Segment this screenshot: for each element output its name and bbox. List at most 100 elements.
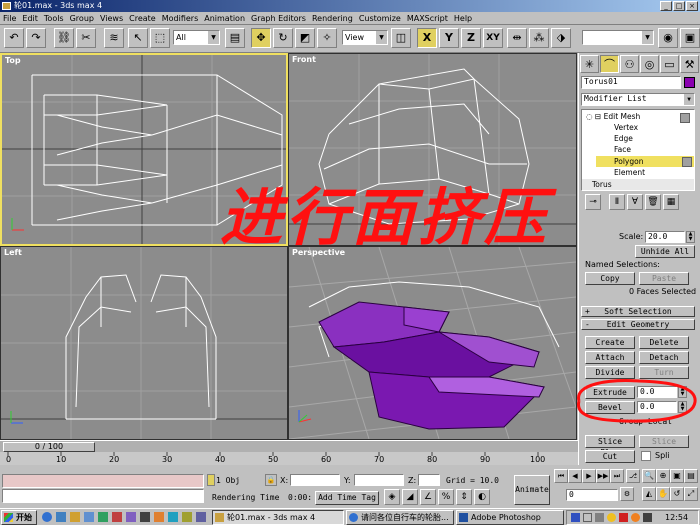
zoom-extents-icon[interactable]: ▣ <box>670 469 684 483</box>
viewport-label-top[interactable]: Top <box>5 56 21 65</box>
menu-file[interactable]: File <box>0 12 19 25</box>
mirror-icon[interactable]: ⇹ <box>507 28 527 48</box>
menu-tools[interactable]: Tools <box>41 12 67 25</box>
tray-icon[interactable] <box>607 513 616 522</box>
cut-button[interactable]: Cut <box>585 450 635 463</box>
angle-snap-icon[interactable]: ∠ <box>420 489 436 505</box>
restrict-y-button[interactable]: Y <box>439 28 459 48</box>
current-frame-field[interactable]: 0 <box>566 489 618 501</box>
named-selection-dropdown[interactable]: ▼ <box>582 30 654 45</box>
motion-tab-icon[interactable]: ◎ <box>640 55 659 73</box>
pin-stack-icon[interactable]: ⊸ <box>585 194 601 210</box>
spinner-snap-icon[interactable]: ⇕ <box>456 489 472 505</box>
select-by-name-icon[interactable]: ▤ <box>225 28 245 48</box>
restrict-z-button[interactable]: Z <box>461 28 481 48</box>
light-bulb-icon[interactable]: ◌ <box>586 112 593 121</box>
viewport-label-front[interactable]: Front <box>292 55 316 64</box>
z-coord-field[interactable] <box>418 474 440 486</box>
zoom-icon[interactable]: 🔍 <box>642 469 656 483</box>
modify-tab-icon[interactable]: ⌒ <box>600 55 619 73</box>
bind-space-warp-icon[interactable]: ≋ <box>104 28 124 48</box>
animate-button[interactable]: Animate <box>514 475 550 505</box>
y-coord-field[interactable] <box>354 474 404 486</box>
quicklaunch-icon[interactable] <box>140 512 150 522</box>
quicklaunch-icon[interactable] <box>196 512 206 522</box>
align-icon[interactable]: ⬗ <box>551 28 571 48</box>
redo-icon[interactable]: ↷ <box>26 28 46 48</box>
pan-icon[interactable]: ✋ <box>656 487 670 501</box>
quicklaunch-icon[interactable] <box>168 512 178 522</box>
maximize-button[interactable]: □ <box>673 1 685 11</box>
unhide-all-button[interactable]: Unhide All <box>635 245 695 258</box>
lock-icon[interactable]: 🔒 <box>265 474 277 486</box>
paste-button[interactable]: Paste <box>639 272 689 285</box>
tray-icon[interactable] <box>595 513 604 522</box>
menu-graph-editors[interactable]: Graph Editors <box>248 12 309 25</box>
menu-maxscript[interactable]: MAXScript <box>404 12 451 25</box>
lock-selection-icon[interactable] <box>207 474 215 486</box>
stack-item-face[interactable]: Face <box>614 145 631 155</box>
object-color-swatch[interactable] <box>684 77 695 88</box>
add-time-tag-button[interactable]: Add Time Tag <box>315 491 379 505</box>
selection-region-icon[interactable]: ⬚ <box>150 28 170 48</box>
x-coord-field[interactable] <box>290 474 340 486</box>
next-frame-icon[interactable]: ▶▶ <box>596 469 610 483</box>
zoom-all-icon[interactable]: ⊕ <box>656 469 670 483</box>
ie-icon[interactable] <box>42 512 52 522</box>
goto-end-icon[interactable]: ⏭ <box>610 469 624 483</box>
render-icon[interactable]: ▣ <box>680 28 700 48</box>
quicklaunch-icon[interactable] <box>112 512 122 522</box>
object-name-field[interactable]: Torus01 <box>581 76 681 89</box>
keyboard-icon[interactable] <box>583 513 592 522</box>
outlook-icon[interactable] <box>84 512 94 522</box>
select-and-manipulate-icon[interactable]: ✧ <box>317 28 337 48</box>
scale-field[interactable]: 20.0 <box>645 231 685 243</box>
delete-button[interactable]: Delete <box>639 336 689 349</box>
menu-modifiers[interactable]: Modifiers <box>159 12 202 25</box>
stack-item-edge[interactable]: Edge <box>614 134 633 144</box>
create-button[interactable]: Create <box>585 336 635 349</box>
select-and-move-icon[interactable]: ✥ <box>251 28 271 48</box>
key-mode-icon[interactable]: ⎇ <box>626 469 640 483</box>
stack-item-vertex[interactable]: Vertex <box>614 123 638 133</box>
menu-help[interactable]: Help <box>451 12 475 25</box>
select-object-icon[interactable]: ↖ <box>128 28 148 48</box>
unlink-icon[interactable]: ✂ <box>76 28 96 48</box>
select-and-rotate-icon[interactable]: ↻ <box>273 28 293 48</box>
restrict-x-button[interactable]: X <box>417 28 437 48</box>
goto-start-icon[interactable]: ⏮ <box>554 469 568 483</box>
link-icon[interactable]: ⛓ <box>54 28 74 48</box>
menu-create[interactable]: Create <box>126 12 159 25</box>
taskbar-item-3dsmax[interactable]: 轮01.max - 3ds max 4 <box>212 510 344 525</box>
start-button[interactable]: 开始 <box>1 510 37 525</box>
undo-icon[interactable]: ↶ <box>4 28 24 48</box>
menu-edit[interactable]: Edit <box>19 12 41 25</box>
menu-customize[interactable]: Customize <box>356 12 404 25</box>
input-method-icon[interactable] <box>571 513 580 522</box>
make-unique-icon[interactable]: ∀ <box>627 194 643 210</box>
configure-modifier-sets-icon[interactable]: ▦ <box>663 194 679 210</box>
modifier-list-dropdown[interactable]: Modifier List ▼ <box>581 93 695 106</box>
menu-animation[interactable]: Animation <box>201 12 248 25</box>
percent-snap-icon[interactable]: % <box>438 489 454 505</box>
slice-plane-button[interactable]: Slice Plan <box>585 435 635 457</box>
remove-modifier-icon[interactable]: 🗑 <box>645 194 661 210</box>
display-tab-icon[interactable]: ▭ <box>660 55 679 73</box>
maximize-viewport-icon[interactable]: ⤢ <box>684 487 698 501</box>
maxscript-listener-field[interactable] <box>2 474 204 488</box>
menu-group[interactable]: Group <box>67 12 97 25</box>
field-of-view-icon[interactable]: ◭ <box>642 487 656 501</box>
tray-icon[interactable] <box>631 513 640 522</box>
hierarchy-tab-icon[interactable]: ⚇ <box>620 55 639 73</box>
arc-rotate-icon[interactable]: ↺ <box>670 487 684 501</box>
time-slider-thumb[interactable]: 0 / 100 <box>3 442 95 452</box>
material-editor-icon[interactable]: ◉ <box>658 28 678 48</box>
stack-item-polygon-highlight[interactable]: Polygon <box>596 156 694 167</box>
slice-button[interactable]: Slice <box>639 435 689 448</box>
degradation-override-icon[interactable]: ◐ <box>474 489 490 505</box>
create-tab-icon[interactable]: ✳ <box>580 55 599 73</box>
copy-button[interactable]: Copy <box>585 272 635 285</box>
previous-frame-icon[interactable]: ◀ <box>568 469 582 483</box>
stack-item-element[interactable]: Element <box>614 168 645 178</box>
detach-button[interactable]: Detach <box>639 351 689 364</box>
